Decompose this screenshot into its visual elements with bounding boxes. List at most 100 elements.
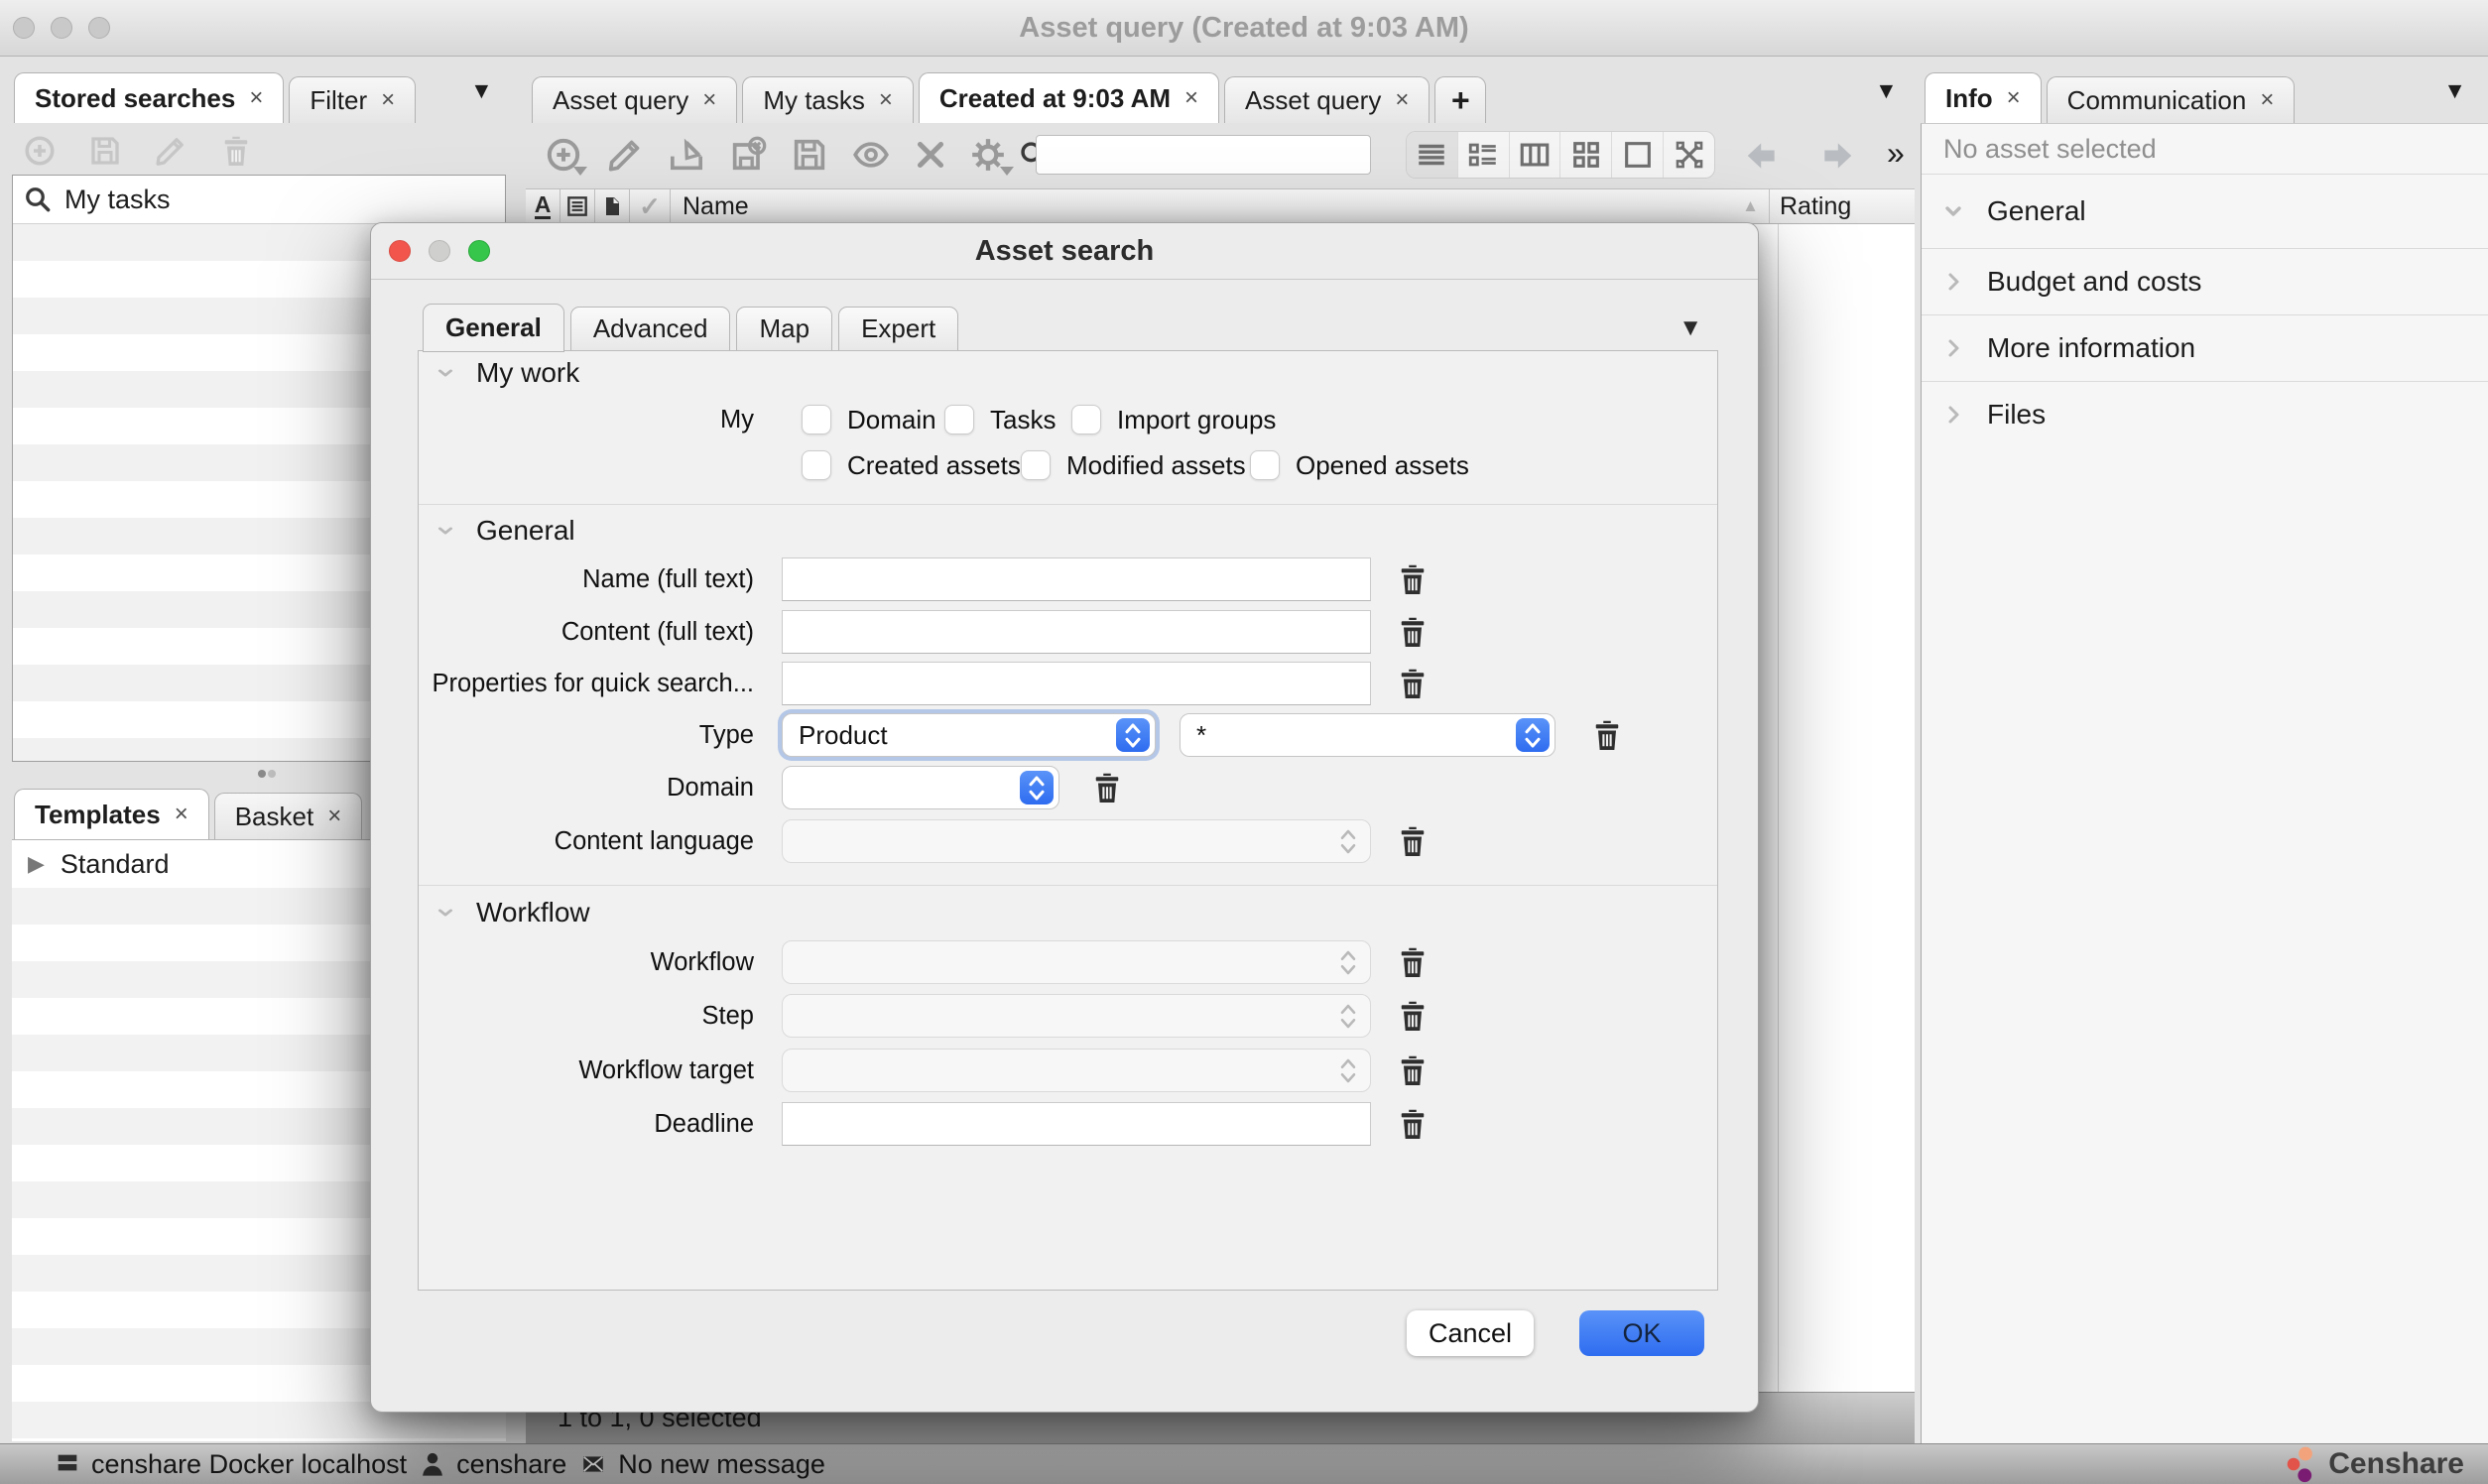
column-name[interactable]: Name ▲ [671, 189, 1770, 223]
column-doc[interactable] [560, 189, 595, 223]
cancel-button[interactable]: Cancel [1407, 1310, 1534, 1356]
new-search-icon[interactable] [22, 133, 58, 169]
clear-field-trash-icon[interactable] [1395, 998, 1431, 1034]
ok-button[interactable]: OK [1579, 1310, 1704, 1356]
edit-button[interactable] [599, 131, 651, 179]
close-icon[interactable]: × [702, 86, 716, 114]
disclosure-triangle-icon[interactable]: ▶ [28, 851, 45, 877]
deadline-input[interactable] [782, 1102, 1371, 1146]
stored-search-item[interactable]: My tasks [13, 176, 505, 224]
close-icon[interactable]: × [175, 801, 188, 828]
settings-button[interactable] [962, 131, 1014, 179]
step-select[interactable] [782, 994, 1371, 1038]
clear-field-trash-icon[interactable] [1395, 1052, 1431, 1088]
section-files[interactable]: Files [1922, 382, 2488, 447]
clear-field-trash-icon[interactable] [1089, 770, 1125, 805]
view-detail-button[interactable] [1458, 132, 1510, 178]
section-budget-and-costs[interactable]: Budget and costs [1922, 249, 2488, 315]
tab-created-at-903[interactable]: Created at 9:03 AM × [919, 72, 1219, 123]
checkbox[interactable] [802, 405, 831, 434]
close-icon[interactable]: × [1395, 86, 1409, 114]
stepper-icon[interactable] [1116, 718, 1150, 752]
dialog-zoom-button[interactable] [468, 240, 490, 262]
close-icon[interactable]: × [249, 84, 263, 112]
view-grid-button[interactable] [1560, 132, 1612, 178]
stepper-icon[interactable] [1516, 718, 1550, 752]
clear-field-trash-icon[interactable] [1395, 561, 1431, 597]
name-fulltext-input[interactable] [782, 557, 1371, 601]
checkbox-import-groups[interactable]: Import groups [1071, 398, 1276, 441]
view-free-button[interactable] [1664, 132, 1714, 178]
checkbox[interactable] [1250, 450, 1280, 480]
delete-search-icon[interactable] [218, 133, 254, 169]
column-rating[interactable]: Rating [1770, 189, 1915, 223]
toolbar-overflow-button[interactable]: » [1887, 135, 1905, 172]
tab-asset-query-1[interactable]: Asset query × [532, 76, 737, 123]
domain-select[interactable] [782, 766, 1059, 809]
dialog-tab-menu-caret-icon[interactable]: ▼ [1679, 314, 1702, 342]
save-discard-button[interactable] [722, 131, 774, 179]
checkbox-tasks[interactable]: Tasks [944, 398, 1056, 441]
checkout-edit-button[interactable] [661, 131, 712, 179]
close-icon[interactable]: × [1184, 84, 1198, 112]
clear-field-trash-icon[interactable] [1395, 614, 1431, 650]
close-icon[interactable]: × [327, 803, 341, 830]
new-tab-button[interactable]: + [1434, 76, 1486, 123]
column-check[interactable]: ✓ [630, 189, 671, 223]
history-back-button[interactable] [1740, 137, 1784, 175]
tab-communication[interactable]: Communication × [2047, 76, 2296, 123]
tab-stored-searches[interactable]: Stored searches × [14, 72, 284, 123]
column-textstyle[interactable]: A [526, 189, 560, 223]
dialog-minimize-button[interactable] [429, 240, 450, 262]
close-icon[interactable]: × [879, 86, 893, 114]
close-icon[interactable]: × [381, 86, 395, 114]
clear-field-trash-icon[interactable] [1395, 1106, 1431, 1142]
main-tab-menu-caret-icon[interactable]: ▼ [1875, 79, 1898, 102]
view-columns-button[interactable] [1510, 132, 1561, 178]
tab-general[interactable]: General [423, 304, 564, 352]
add-asset-button[interactable] [538, 131, 589, 179]
tab-map[interactable]: Map [736, 307, 832, 351]
checkbox-modified-assets[interactable]: Modified assets [1021, 443, 1246, 487]
clear-field-trash-icon[interactable] [1395, 944, 1431, 980]
delete-button[interactable] [905, 131, 956, 179]
stepper-icon[interactable] [1020, 771, 1054, 804]
edit-search-icon[interactable] [153, 133, 188, 169]
view-single-button[interactable] [1612, 132, 1664, 178]
workflow-target-select[interactable] [782, 1049, 1371, 1092]
tab-basket[interactable]: Basket × [214, 793, 363, 839]
section-general[interactable]: General [435, 509, 575, 553]
save-button[interactable] [784, 131, 835, 179]
preview-button[interactable] [845, 131, 897, 179]
section-my-work[interactable]: My work [435, 351, 579, 395]
view-list-button[interactable] [1407, 132, 1458, 178]
close-icon[interactable]: × [2260, 86, 2274, 114]
checkbox-opened-assets[interactable]: Opened assets [1250, 443, 1469, 487]
clear-field-trash-icon[interactable] [1395, 823, 1431, 859]
tab-expert[interactable]: Expert [838, 307, 958, 351]
save-search-icon[interactable] [87, 133, 123, 169]
tab-filter[interactable]: Filter × [289, 76, 416, 123]
content-language-select[interactable] [782, 819, 1371, 863]
search-input[interactable] [1036, 135, 1371, 175]
checkbox[interactable] [1021, 450, 1051, 480]
checkbox[interactable] [944, 405, 974, 434]
clear-field-trash-icon[interactable] [1395, 666, 1431, 701]
checkbox-domain[interactable]: Domain [802, 398, 936, 441]
workflow-select[interactable] [782, 940, 1371, 984]
column-page[interactable] [595, 189, 630, 223]
close-icon[interactable]: × [2007, 84, 2021, 112]
clear-field-trash-icon[interactable] [1589, 717, 1625, 753]
content-fulltext-input[interactable] [782, 610, 1371, 654]
type-pattern-select[interactable]: * [1180, 713, 1555, 757]
tab-advanced[interactable]: Advanced [570, 307, 731, 351]
tab-asset-query-2[interactable]: Asset query × [1224, 76, 1430, 123]
checkbox[interactable] [802, 450, 831, 480]
tab-my-tasks[interactable]: My tasks × [742, 76, 914, 123]
history-forward-button[interactable] [1815, 137, 1859, 175]
dialog-close-button[interactable] [389, 240, 411, 262]
section-more-information[interactable]: More information [1922, 315, 2488, 382]
left-tab-menu-caret-icon[interactable]: ▼ [470, 79, 493, 102]
type-select[interactable]: Product [782, 713, 1156, 757]
right-tab-menu-caret-icon[interactable]: ▼ [2443, 79, 2466, 102]
